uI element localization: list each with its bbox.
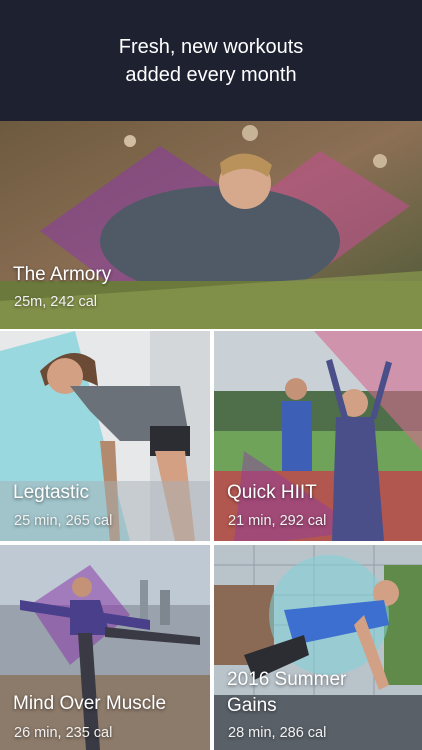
workout-meta: 25 min, 265 cal (14, 513, 113, 529)
workout-meta: 28 min, 286 cal (228, 725, 327, 741)
workout-photo (0, 331, 210, 541)
promo-headline: Fresh, new workouts added every month (119, 33, 304, 89)
workout-title-line1: 2016 Summer (227, 669, 347, 690)
workout-meta: 25m, 242 cal (14, 294, 98, 310)
workout-title: The Armory (13, 264, 112, 285)
workout-title: Legtastic (13, 482, 90, 503)
workout-photo (214, 331, 422, 541)
workout-meta: 21 min, 292 cal (228, 513, 327, 529)
workout-title: Mind Over Muscle (13, 693, 167, 714)
workout-card-legtastic[interactable]: Legtastic 25 min, 265 cal (0, 331, 210, 541)
workout-meta: 26 min, 235 cal (14, 725, 113, 741)
workout-card-quick-hiit[interactable]: Quick HIIT 21 min, 292 cal (214, 331, 422, 541)
workout-card-mind-over-muscle[interactable]: Mind Over Muscle 26 min, 235 cal (0, 545, 210, 750)
promo-headline-line2: added every month (125, 63, 297, 86)
workout-card-2016-summer-gains[interactable]: 2016 Summer Gains 28 min, 286 cal (214, 545, 422, 750)
workout-photo (214, 545, 422, 750)
workout-title: 2016 Summer Gains (227, 667, 346, 719)
workout-title-line2: Gains (227, 695, 277, 716)
workout-photo (0, 545, 210, 750)
workout-card-the-armory[interactable]: The Armory 25m, 242 cal (0, 121, 422, 329)
workout-title: Quick HIIT (227, 482, 317, 503)
promo-headline-line1: Fresh, new workouts (118, 35, 304, 58)
promo-header: Fresh, new workouts added every month (0, 0, 422, 121)
